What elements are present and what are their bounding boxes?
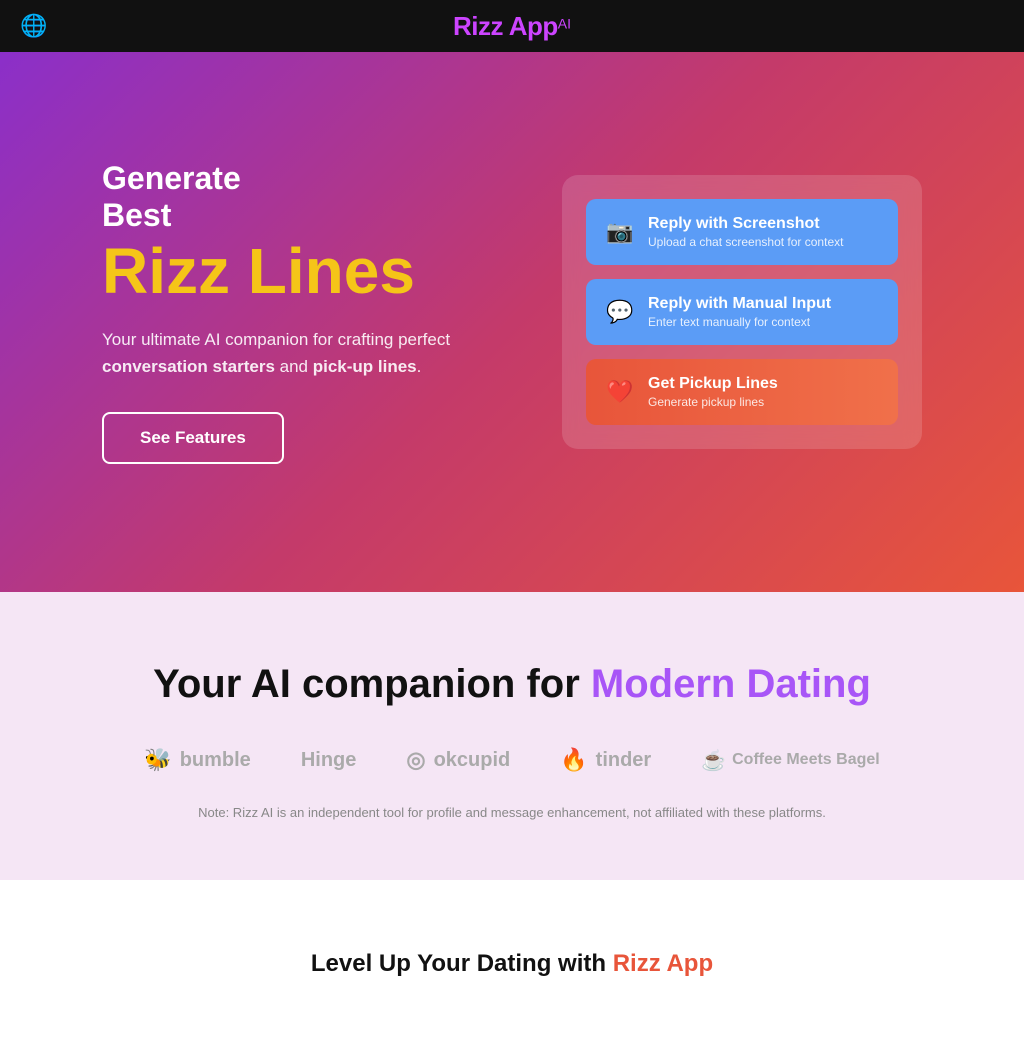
disclaimer-text: Note: Rizz AI is an independent tool for…: [40, 805, 984, 820]
hero-section: Generate Best Rizz Lines Your ultimate A…: [0, 52, 1024, 592]
nav-title: Rizz AppAI: [453, 11, 571, 42]
cmb-logo: ☕ Coffee Meets Bagel: [701, 748, 880, 773]
pickup-btn-title: Get Pickup Lines: [648, 375, 778, 393]
manual-btn-subtitle: Enter text manually for context: [648, 315, 831, 329]
platforms-row: 🐝 bumble Hinge ◎ okcupid 🔥 tinder ☕ Coff…: [40, 747, 984, 773]
get-pickup-lines-button[interactable]: ❤️ Get Pickup Lines Generate pickup line…: [586, 359, 898, 425]
tinder-label: tinder: [596, 749, 652, 772]
companion-title: Your AI companion for Modern Dating: [40, 662, 984, 707]
action-card: 📷 Reply with Screenshot Upload a chat sc…: [562, 175, 922, 449]
cmb-label: Coffee Meets Bagel: [732, 751, 880, 769]
hero-subtext: Your ultimate AI companion for crafting …: [102, 326, 522, 380]
tinder-logo: 🔥 tinder: [560, 747, 651, 773]
pickup-btn-subtitle: Generate pickup lines: [648, 395, 778, 409]
navbar: 🌐 Rizz AppAI: [0, 0, 1024, 52]
okcupid-label: okcupid: [434, 749, 511, 772]
hero-left: Generate Best Rizz Lines Your ultimate A…: [102, 160, 522, 464]
bumble-label: bumble: [180, 749, 251, 772]
okcupid-logo: ◎ okcupid: [406, 747, 510, 773]
cmb-icon: ☕: [701, 748, 726, 773]
hinge-label: Hinge: [301, 749, 357, 772]
heart-icon: ❤️: [606, 379, 634, 405]
tinder-icon: 🔥: [560, 747, 587, 773]
screenshot-icon: 📷: [606, 219, 634, 245]
hinge-logo: Hinge: [301, 749, 357, 772]
hero-headline: Generate Best Rizz Lines: [102, 160, 522, 308]
screenshot-btn-subtitle: Upload a chat screenshot for context: [648, 235, 843, 249]
levelup-title: Level Up Your Dating with Rizz App: [40, 950, 984, 978]
reply-screenshot-button[interactable]: 📷 Reply with Screenshot Upload a chat sc…: [586, 199, 898, 265]
globe-icon[interactable]: 🌐: [20, 13, 47, 39]
bumble-logo: 🐝 bumble: [144, 747, 251, 773]
screenshot-btn-title: Reply with Screenshot: [648, 215, 843, 233]
companion-section: Your AI companion for Modern Dating 🐝 bu…: [0, 592, 1024, 880]
see-features-button[interactable]: See Features: [102, 412, 284, 464]
levelup-section: Level Up Your Dating with Rizz App: [0, 880, 1024, 1048]
manual-icon: 💬: [606, 299, 634, 325]
bumble-icon: 🐝: [144, 747, 171, 773]
manual-btn-title: Reply with Manual Input: [648, 295, 831, 313]
okcupid-icon: ◎: [406, 747, 425, 773]
reply-manual-button[interactable]: 💬 Reply with Manual Input Enter text man…: [586, 279, 898, 345]
